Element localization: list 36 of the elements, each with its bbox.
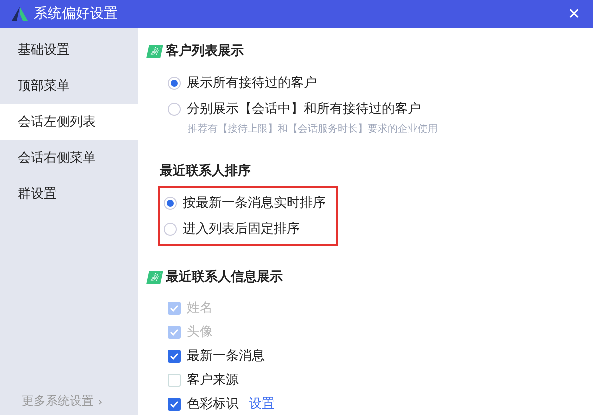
option-label: 最新一条消息: [187, 348, 265, 365]
check-icon: [170, 352, 179, 360]
checkbox[interactable]: [168, 350, 181, 362]
radio-button[interactable]: [164, 222, 177, 236]
chevron-icon: ›: [98, 394, 103, 408]
radio-button[interactable]: [164, 196, 177, 210]
option-label: 色彩标识: [187, 396, 239, 413]
radio-button[interactable]: [168, 76, 181, 90]
sidebar-item[interactable]: 会话左侧列表: [0, 104, 138, 140]
section-title: 客户列表展示: [166, 42, 244, 60]
check-icon: [170, 304, 179, 312]
section-title: 最近联系人排序: [160, 162, 251, 180]
logo-icon: [12, 7, 28, 21]
settings-link[interactable]: 设置: [249, 395, 275, 413]
option-label: 展示所有接待过的客户: [187, 75, 317, 92]
close-button[interactable]: ✕: [564, 5, 585, 23]
option-label: 姓名: [187, 300, 213, 317]
sidebar-item[interactable]: 顶部菜单: [0, 68, 138, 104]
section-title: 最近联系人信息展示: [166, 268, 283, 286]
option-label: 分别展示【会话中】和所有接待过的客户: [187, 101, 421, 118]
option-label: 头像: [187, 324, 213, 341]
sidebar-item[interactable]: 群设置: [0, 176, 138, 212]
option-label: 进入列表后固定排序: [183, 221, 300, 238]
option-label: 按最新一条消息实时排序: [183, 195, 326, 212]
checkbox[interactable]: [168, 374, 181, 386]
window-title: 系统偏好设置: [34, 5, 119, 23]
check-icon: [170, 328, 179, 336]
sidebar-item[interactable]: 会话右侧菜单: [0, 140, 138, 176]
new-badge: 新: [146, 44, 164, 58]
checkbox[interactable]: [168, 398, 181, 410]
option-label: 客户来源: [187, 372, 239, 389]
sidebar-item[interactable]: 基础设置: [0, 32, 138, 68]
hint-text: 推荐有【接待上限】和【会话服务时长】要求的企业使用: [188, 122, 439, 136]
radio-button[interactable]: [168, 102, 181, 116]
check-icon: [170, 400, 179, 408]
new-badge: 新: [146, 270, 164, 284]
